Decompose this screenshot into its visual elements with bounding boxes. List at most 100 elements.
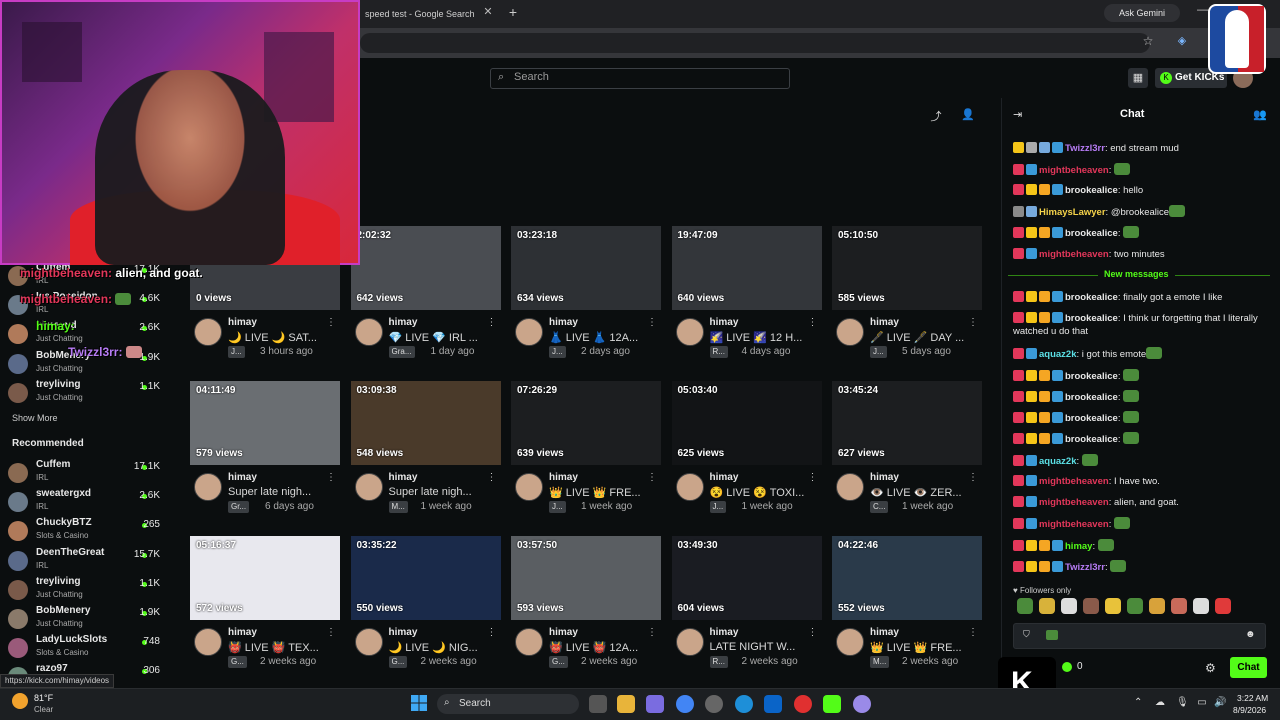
channel-name[interactable]: himay	[710, 627, 739, 638]
category-tag[interactable]: J...	[709, 501, 727, 513]
channel-avatar[interactable]	[675, 473, 704, 501]
video-title[interactable]: 🖋️ LIVE 🖋️ DAY ...	[870, 331, 978, 344]
channel-avatar[interactable]	[354, 318, 383, 346]
video-card[interactable]: 04:22:46 552 views himay ⋮ 👑 LIVE 👑 FRE... M.…	[832, 536, 982, 676]
video-card[interactable]: 03:09:38 548 views himay ⋮ Super late nigh..…	[350, 381, 501, 521]
more-options-icon[interactable]: ⋮	[647, 627, 657, 638]
more-options-icon[interactable]: ⋮	[968, 317, 978, 328]
channel-avatar[interactable]	[194, 473, 222, 501]
collapse-chat-icon[interactable]: ⇥	[1013, 108, 1027, 122]
clock-time[interactable]: 3:22 AM	[1237, 693, 1268, 703]
channel-avatar[interactable]	[515, 628, 543, 656]
channel-avatar[interactable]	[836, 473, 864, 501]
chat-username[interactable]: aquaz2k	[1039, 456, 1077, 467]
video-card[interactable]: 05:10:50 585 views himay ⋮ 🖋️ LIVE 🖋️ DAY ..…	[832, 226, 982, 366]
channel-avatar[interactable]	[194, 318, 222, 346]
category-tag[interactable]: R...	[709, 656, 728, 668]
channel-name[interactable]: himay	[870, 317, 899, 328]
category-tag[interactable]: J...	[228, 346, 245, 358]
chat-username[interactable]: HimaysLawyer	[1039, 207, 1106, 218]
sidebar-channel[interactable]: sweatergxd IRL 2.6K	[8, 488, 163, 516]
channel-avatar[interactable]	[354, 628, 383, 656]
more-options-icon[interactable]: ⋮	[326, 627, 336, 638]
new-messages-label[interactable]: New messages	[1098, 269, 1175, 279]
video-card[interactable]: 03:35:22 550 views himay ⋮ 🌙 LIVE 🌙 NIG... G.…	[350, 536, 501, 676]
chat-username[interactable]: brookealice	[1065, 313, 1118, 324]
copilot-icon[interactable]	[646, 695, 664, 713]
channel-name[interactable]: himay	[710, 317, 739, 328]
more-options-icon[interactable]: ⋮	[808, 317, 818, 328]
channel-name[interactable]: himay	[228, 627, 257, 638]
channel-avatar[interactable]	[515, 318, 543, 346]
chat-username[interactable]: himay	[1065, 541, 1092, 552]
channel-name[interactable]: himay	[228, 472, 257, 483]
emote-shortcut-icon[interactable]	[1127, 598, 1143, 614]
sidebar-channel[interactable]: BobMenery Just Chatting 1.9K	[8, 605, 163, 633]
weather-icon[interactable]	[12, 693, 28, 709]
media-player-icon[interactable]	[794, 695, 812, 713]
more-options-icon[interactable]: ⋮	[808, 472, 818, 483]
video-title[interactable]: 👁️ LIVE 👁️ ZER...	[870, 486, 978, 499]
video-title[interactable]: 👑 LIVE 👑 FRE...	[870, 641, 978, 654]
video-card[interactable]: 04:11:49 579 views himay ⋮ Super late nigh..…	[190, 381, 340, 521]
channel-name[interactable]: himay	[549, 627, 578, 638]
app-icon[interactable]	[853, 695, 871, 713]
emote-shortcut-icon[interactable]	[1215, 598, 1231, 614]
video-card[interactable]: 03:49:30 604 views himay ⋮ LATE NIGHT W... R.…	[671, 536, 822, 676]
video-title[interactable]: 🌠 LIVE 🌠 12 H...	[710, 331, 818, 344]
sidebar-channel[interactable]: treyliving Just Chatting 1.1K	[8, 576, 163, 604]
chat-send-button[interactable]: Chat	[1230, 657, 1267, 678]
video-title[interactable]: Super late nigh...	[389, 486, 497, 498]
dashboard-icon[interactable]: ▦	[1128, 68, 1148, 88]
chrome-icon[interactable]	[676, 695, 694, 713]
channel-avatar[interactable]	[836, 628, 864, 656]
channel-avatar[interactable]	[354, 473, 383, 501]
video-title[interactable]: 💎 LIVE 💎 IRL ...	[389, 331, 497, 344]
channel-name[interactable]: himay	[389, 627, 418, 638]
category-tag[interactable]: J...	[549, 346, 566, 358]
category-tag[interactable]: J...	[549, 501, 566, 513]
ask-gemini-button[interactable]: Ask Gemini	[1104, 4, 1180, 22]
chat-username[interactable]: brookealice	[1065, 185, 1118, 196]
video-card[interactable]: 05:03:40 625 views himay ⋮ 😵 LIVE 😵 TOXI... J…	[671, 381, 822, 521]
video-title[interactable]: 😵 LIVE 😵 TOXI...	[710, 486, 818, 499]
kick-app-icon[interactable]	[823, 695, 841, 713]
chat-username[interactable]: mightbeheaven	[1039, 519, 1109, 530]
address-field[interactable]	[360, 33, 1150, 53]
show-more-link[interactable]: Show More	[12, 413, 58, 423]
chat-username[interactable]: brookealice	[1065, 434, 1118, 445]
channel-avatar[interactable]	[675, 628, 704, 656]
emoji-picker-icon[interactable]: ☻	[1245, 629, 1257, 641]
video-card[interactable]: 2:02:32 642 views himay ⋮ 💎 LIVE 💎 IRL ... Gr…	[350, 226, 501, 366]
chat-username[interactable]: brookealice	[1065, 228, 1118, 239]
more-options-icon[interactable]: ⋮	[968, 627, 978, 638]
video-title[interactable]: 👑 LIVE 👑 FRE...	[549, 486, 657, 499]
chat-settings-icon[interactable]: ⚙	[1205, 661, 1219, 675]
video-title[interactable]: 🌙 LIVE 🌙 NIG...	[389, 641, 497, 654]
video-title[interactable]: LATE NIGHT W...	[710, 641, 818, 653]
category-tag[interactable]: C...	[870, 501, 889, 513]
chat-username[interactable]: aquaz2k	[1039, 349, 1077, 360]
video-card[interactable]: 03:23:18 634 views himay ⋮ 👗 LIVE 👗 12A... J.…	[511, 226, 661, 366]
category-tag[interactable]: J...	[870, 346, 887, 358]
chat-username[interactable]: mightbeheaven	[1039, 165, 1109, 176]
bookmark-star-icon[interactable]: ☆	[1140, 34, 1156, 50]
video-card[interactable]: 05:16:37 572 views himay ⋮ 👹 LIVE 👹 TEX... G.…	[190, 536, 340, 676]
chat-username[interactable]: mightbeheaven	[1039, 476, 1109, 487]
more-options-icon[interactable]: ⋮	[326, 472, 336, 483]
channel-name[interactable]: himay	[389, 317, 418, 328]
video-card[interactable]: 03:57:50 593 views himay ⋮ 👹 LIVE 👹 12A... G.…	[511, 536, 661, 676]
extension-icon[interactable]: ◈	[1174, 34, 1190, 50]
more-options-icon[interactable]: ⋮	[487, 472, 497, 483]
more-options-icon[interactable]: ⋮	[808, 627, 818, 638]
chat-username[interactable]: brookealice	[1065, 392, 1118, 403]
chat-users-icon[interactable]: 👥	[1253, 108, 1267, 122]
category-tag[interactable]: M...	[388, 501, 408, 513]
video-title[interactable]: 👗 LIVE 👗 12A...	[549, 331, 657, 344]
channel-avatar[interactable]	[194, 628, 222, 656]
video-card[interactable]: 03:45:24 627 views himay ⋮ 👁️ LIVE 👁️ ZER...…	[832, 381, 982, 521]
more-options-icon[interactable]: ⋮	[487, 627, 497, 638]
tray-chevron-icon[interactable]: ⌃	[1134, 697, 1142, 708]
channel-name[interactable]: himay	[389, 472, 418, 483]
follow-user-icon[interactable]: 👤	[961, 108, 975, 122]
